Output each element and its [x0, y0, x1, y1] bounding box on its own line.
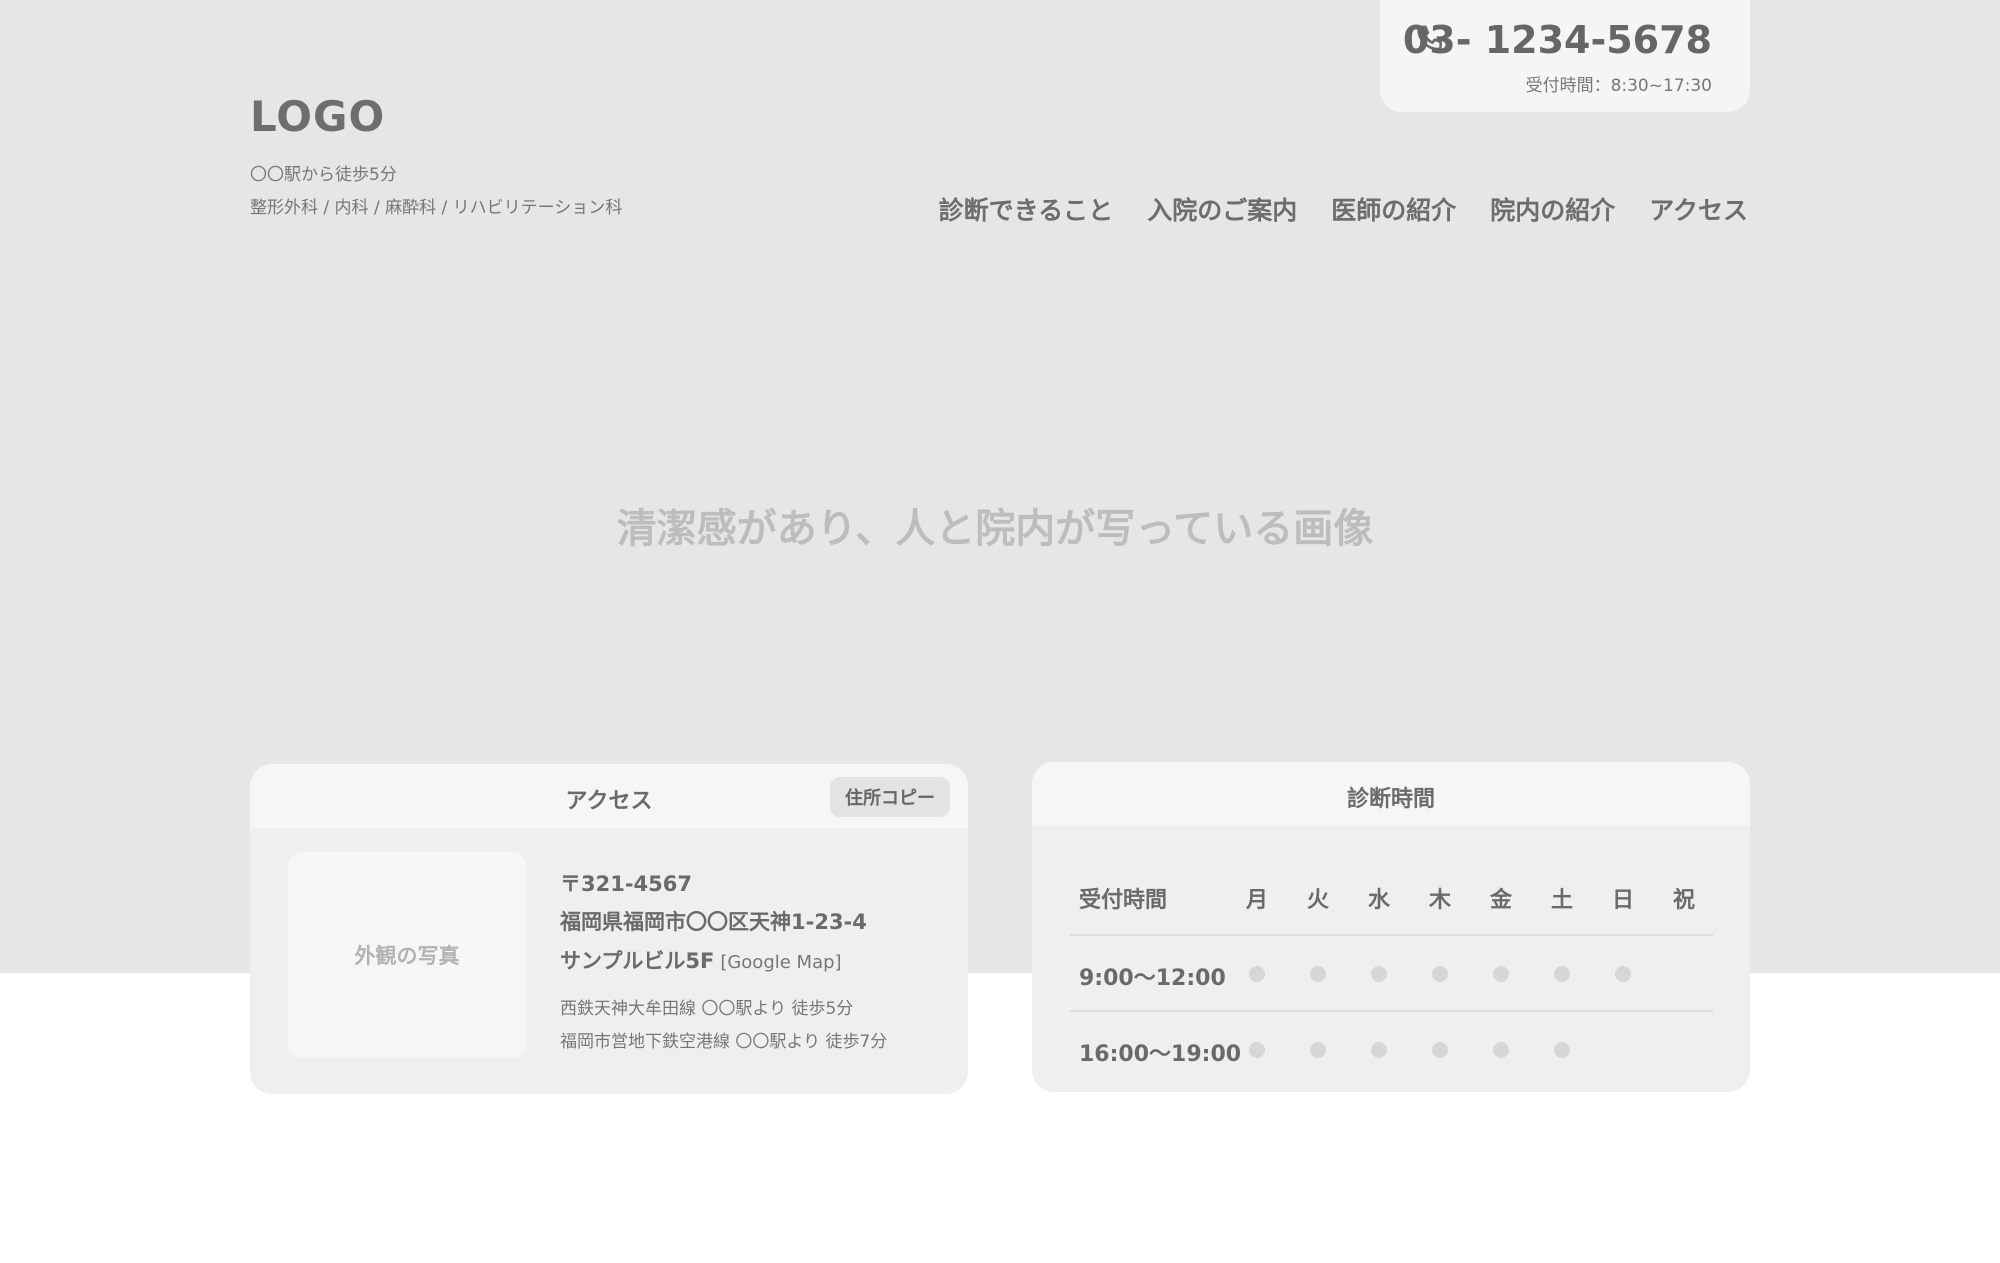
hero-caption: 清潔感があり、人と院内が写っている画像 — [616, 506, 1374, 552]
hours-row-morning: 9:00〜12:00 — [1070, 934, 1713, 1010]
nav-item-admission[interactable]: 入院のご案内 — [1147, 191, 1297, 227]
hours-row-label: 9:00〜12:00 — [1079, 966, 1226, 991]
day-sat: 土 — [1550, 888, 1573, 913]
postal-code: 〒321-4567 — [560, 872, 692, 896]
open-dot — [1310, 1042, 1326, 1058]
open-dot — [1249, 966, 1265, 982]
open-dot — [1615, 966, 1631, 982]
nav-item-doctors[interactable]: 医師の紹介 — [1331, 191, 1456, 227]
main-nav: 診断できること 入院のご案内 医師の紹介 院内の紹介 アクセス — [939, 191, 1748, 227]
exterior-photo-placeholder: 外観の写真 — [288, 852, 526, 1058]
address-building: サンプルビル5F — [560, 949, 715, 973]
day-wed: 水 — [1367, 888, 1390, 913]
day-thu: 木 — [1428, 888, 1451, 913]
nav-item-facility[interactable]: 院内の紹介 — [1490, 191, 1615, 227]
open-dot — [1432, 1042, 1448, 1058]
open-dot — [1432, 966, 1448, 982]
hours-row-afternoon: 16:00〜19:00 — [1070, 1010, 1713, 1086]
phone-contact-box: 03- 1234-5678 受付時間：8:30~17:30 — [1380, 0, 1750, 112]
hours-card-title: 診断時間 — [1346, 787, 1435, 812]
hours-card: 診断時間 受付時間 月 火 水 木 金 土 日 祝 9:00〜12:00 16:… — [1032, 762, 1750, 1092]
open-dot — [1310, 966, 1326, 982]
day-tue: 火 — [1306, 888, 1329, 913]
copy-address-button[interactable]: 住所コピー — [830, 777, 950, 817]
open-dot — [1493, 1042, 1509, 1058]
hours-header-label: 受付時間 — [1079, 888, 1168, 913]
hours-table: 受付時間 月 火 水 木 金 土 日 祝 9:00〜12:00 16:00〜19… — [1070, 864, 1713, 1086]
open-dot — [1371, 1042, 1387, 1058]
address-line1: 福岡県福岡市〇〇区天神1-23-4 — [560, 910, 867, 934]
open-dot — [1554, 966, 1570, 982]
day-mon: 月 — [1245, 888, 1268, 913]
day-holiday: 祝 — [1672, 888, 1695, 913]
open-dot — [1493, 966, 1509, 982]
route-nishitetsu: 西鉄天神大牟田線 〇〇駅より 徒歩5分 — [560, 999, 854, 1019]
day-sun: 日 — [1611, 888, 1634, 913]
hours-card-header: 診断時間 — [1032, 762, 1750, 826]
access-card: アクセス 住所コピー 外観の写真 〒321-4567 福岡県福岡市〇〇区天神1-… — [250, 764, 968, 1094]
site-logo[interactable]: LOGO — [250, 92, 385, 141]
hours-header-row: 受付時間 月 火 水 木 金 土 日 祝 — [1070, 864, 1713, 934]
open-dot — [1371, 966, 1387, 982]
open-dot — [1249, 1042, 1265, 1058]
hours-row-label: 16:00〜19:00 — [1079, 1042, 1242, 1067]
day-fri: 金 — [1489, 888, 1512, 913]
address-line2: サンプルビル5F [Google Map] — [560, 945, 842, 975]
open-dot — [1554, 1042, 1570, 1058]
nav-item-access[interactable]: アクセス — [1649, 191, 1748, 227]
tagline-departments: 整形外科 / 内科 / 麻酔科 / リハビリテーション科 — [250, 198, 623, 218]
access-card-header: アクセス 住所コピー — [250, 764, 968, 828]
route-subway: 福岡市営地下鉄空港線 〇〇駅より 徒歩7分 — [560, 1032, 888, 1052]
google-map-link[interactable]: [Google Map] — [720, 952, 841, 973]
phone-hours: 受付時間：8:30~17:30 — [1525, 76, 1712, 96]
tagline-station: 〇〇駅から徒歩5分 — [250, 165, 397, 185]
nav-item-diagnosis[interactable]: 診断できること — [939, 191, 1114, 227]
phone-number[interactable]: 03- 1234-5678 — [1403, 18, 1712, 62]
